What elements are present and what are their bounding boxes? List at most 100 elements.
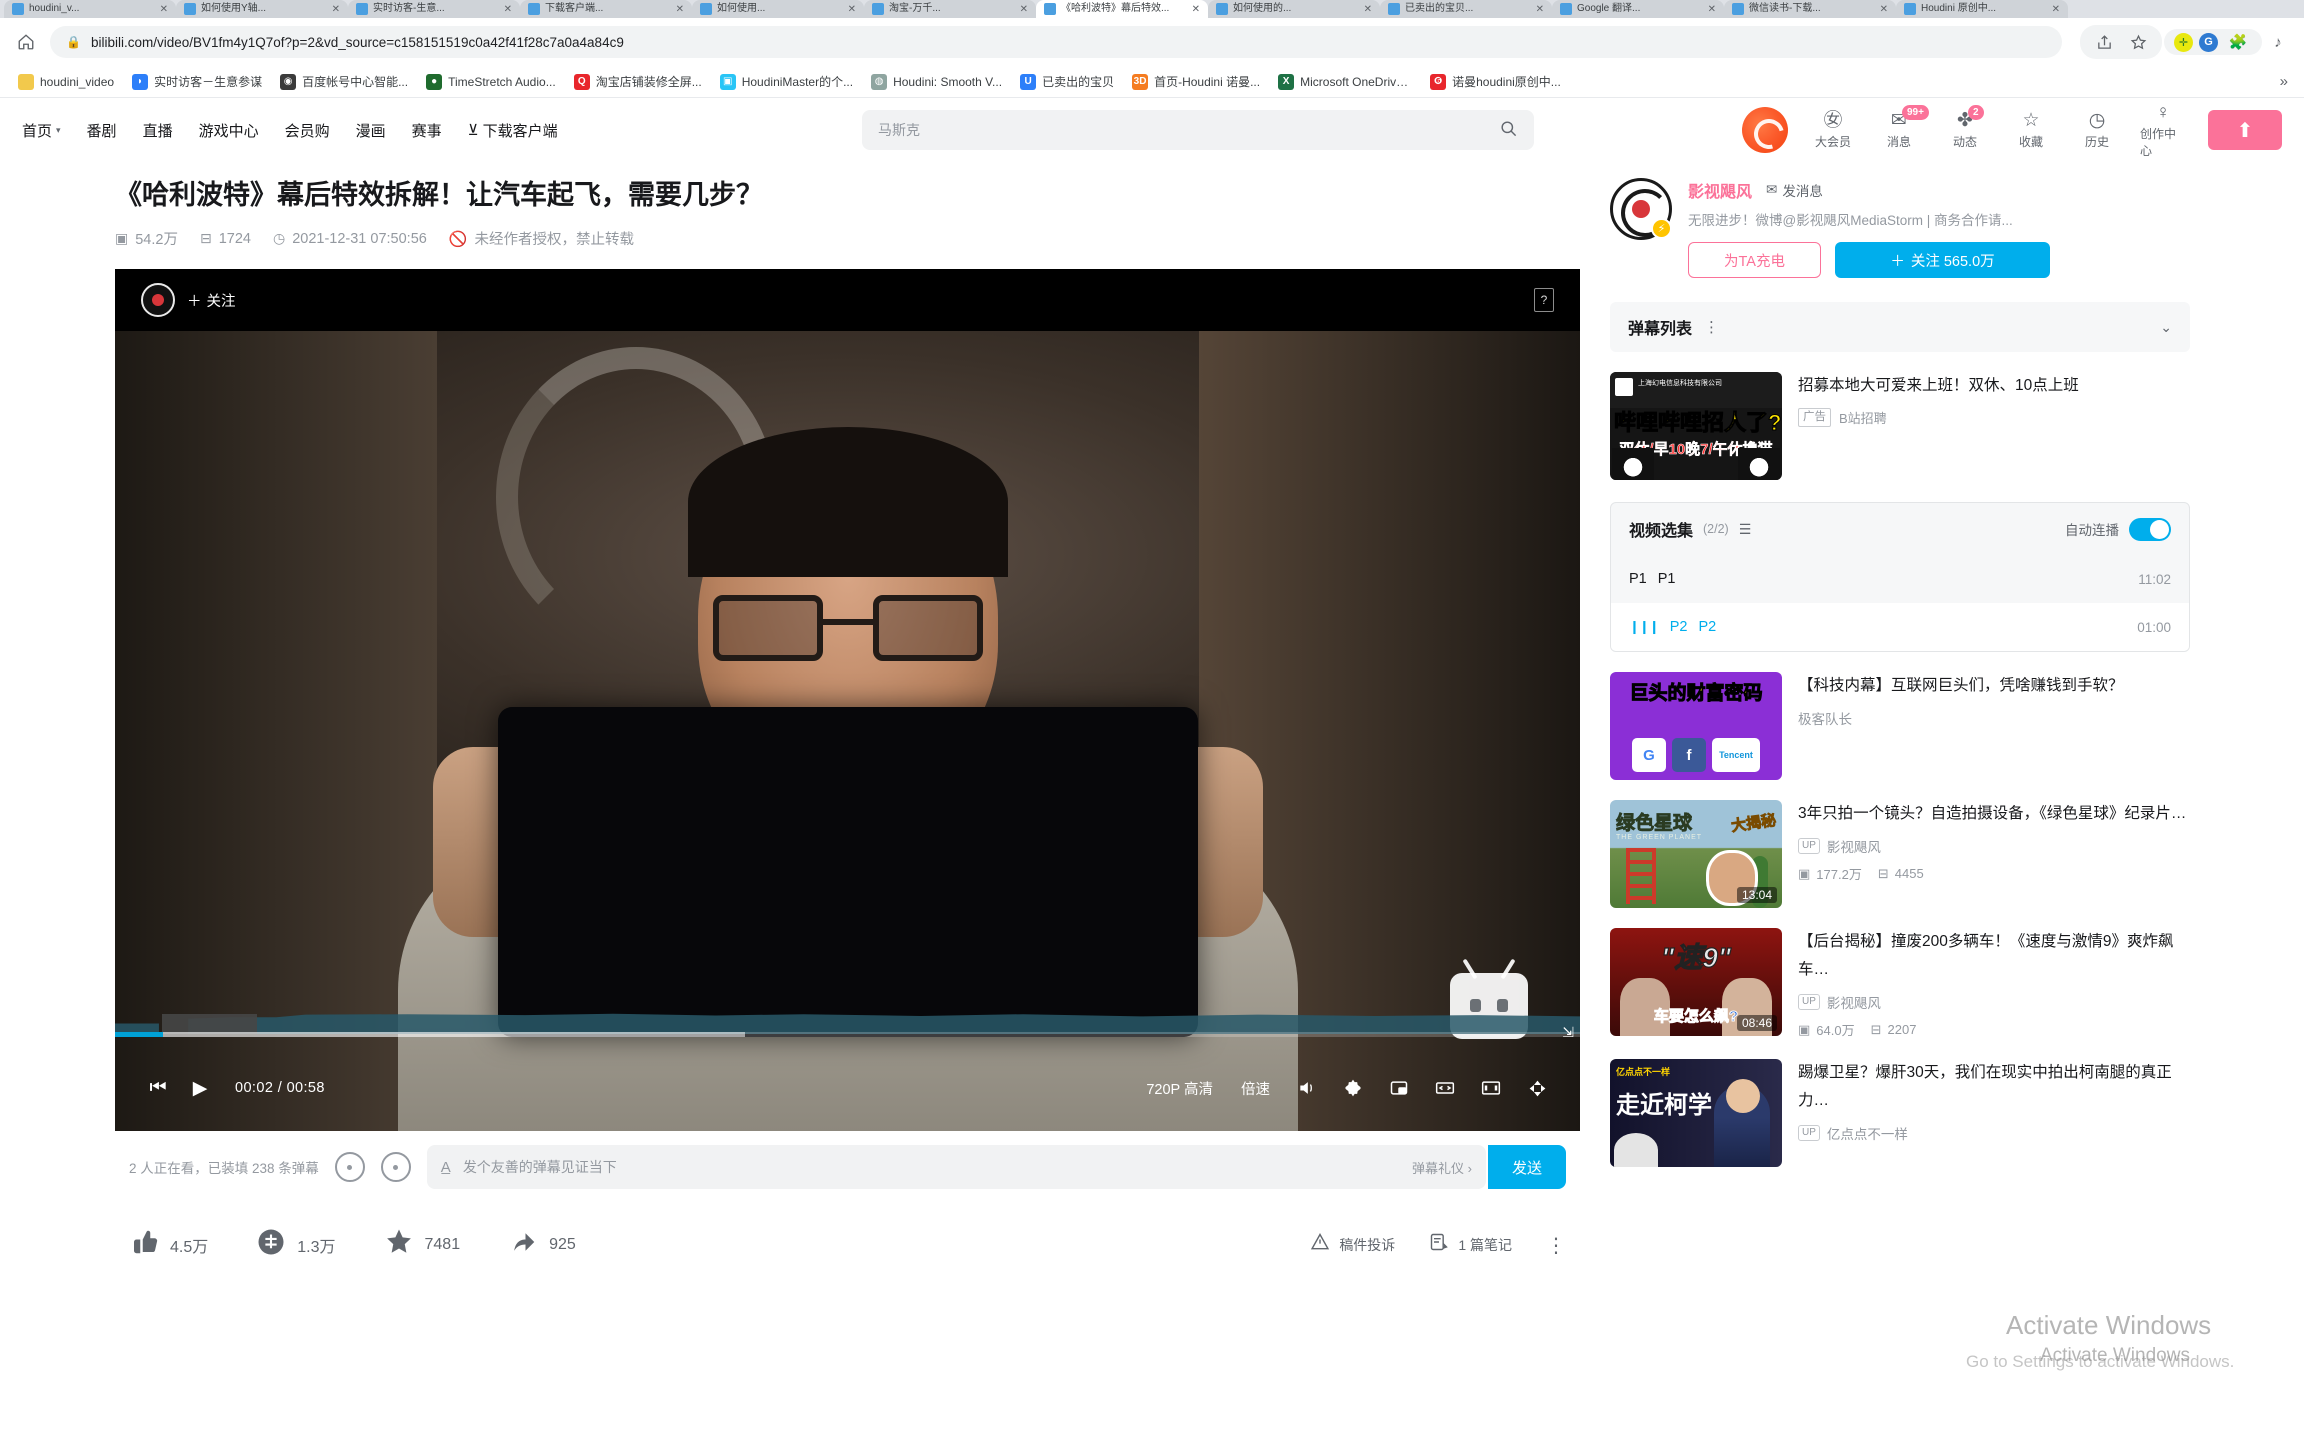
web-fullscreen-icon[interactable] bbox=[1470, 1067, 1512, 1109]
ad-thumbnail[interactable]: 上海幻电信息科技有限公司 哔哩哔哩招人了? 双休/早10晚7/午休撸猫 bbox=[1610, 372, 1782, 480]
playlist-rows[interactable]: P1 P1 11:02 ❙❙❙ P2 P2 01:00 bbox=[1611, 555, 2189, 651]
close-icon[interactable]: ✕ bbox=[504, 4, 512, 15]
browser-tab[interactable]: 已卖出的宝贝... ✕ bbox=[1380, 0, 1552, 18]
recommended-thumbnail[interactable]: 绿色星球 THE GREEN PLANET 大揭秘 13:04 bbox=[1610, 800, 1782, 908]
close-icon[interactable]: ✕ bbox=[1192, 4, 1200, 15]
player-progress-area[interactable]: ⇲ bbox=[115, 1013, 1580, 1045]
danmaku-settings-icon[interactable] bbox=[380, 1152, 411, 1182]
share-button[interactable]: 925 bbox=[508, 1227, 576, 1263]
browser-tab-strip[interactable]: houdini_v... ✕ 如何使用Y轴... ✕ 实时访客-生意... ✕ 下载客户端.… bbox=[0, 0, 2304, 18]
follow-button[interactable]: ＋ 关注 565.0万 bbox=[1835, 242, 2050, 278]
header-item-大会员[interactable]: ㊛大会员 bbox=[1810, 110, 1856, 150]
recommended-title[interactable]: 【后台揭秘】撞废200多辆车！《速度与激情9》爽炸飙车… bbox=[1798, 928, 2190, 984]
recommended-video-card[interactable]: 巨头的财富密码 Gf Tencent 【科技内幕】互联网巨头们，凭啥赚钱到手软？ 极客队… bbox=[1610, 672, 2190, 780]
nav-item-游戏中心[interactable]: 游戏中心 bbox=[199, 120, 259, 141]
bookmark-item[interactable]: ◉ 百度帐号中心智能... bbox=[272, 70, 416, 93]
nav-item-番剧[interactable]: 番剧 bbox=[87, 120, 117, 141]
autoplay-control[interactable]: 自动连播 bbox=[2065, 517, 2171, 541]
report-button[interactable]: 稿件投诉 bbox=[1310, 1232, 1395, 1258]
close-icon[interactable]: ✕ bbox=[1020, 4, 1028, 15]
danmaku-toggle-icon[interactable] bbox=[334, 1152, 365, 1182]
browser-tab[interactable]: 微信读书-下载... ✕ bbox=[1724, 0, 1896, 18]
more-options-button[interactable]: ⋮ bbox=[1546, 1233, 1566, 1258]
close-icon[interactable]: ✕ bbox=[160, 4, 168, 15]
play-button[interactable]: ▶ bbox=[179, 1067, 221, 1109]
bookmark-item[interactable]: Q 淘宝店铺装修全屏... bbox=[566, 70, 710, 93]
address-bar[interactable]: 🔒 bilibili.com/video/BV1fm4y1Q7of?p=2&vd… bbox=[50, 26, 2062, 58]
browser-tab[interactable]: 淘宝-万千... ✕ bbox=[864, 0, 1036, 18]
recommended-uploader[interactable]: 极客队长 bbox=[1798, 708, 2190, 728]
extension-icon-2[interactable]: G bbox=[2199, 32, 2218, 52]
uploader-name[interactable]: 影视飓风 bbox=[1688, 178, 1752, 202]
bilibili-main-nav[interactable]: 首页 ▾ 番剧 直播 游戏中心 会员购 漫画 赛事 ⊻ 下载客户端 bbox=[22, 120, 558, 141]
recommended-thumbnail[interactable]: "速9" 车要怎么飙? 08:46 bbox=[1610, 928, 1782, 1036]
close-icon[interactable]: ✕ bbox=[676, 4, 684, 15]
browser-tab[interactable]: 如何使用... ✕ bbox=[692, 0, 864, 18]
danmaku-input[interactable]: A̲ 发个友善的弹幕见证当下 弹幕礼仪 › bbox=[426, 1145, 1486, 1189]
recommended-uploader[interactable]: UP 亿点点不一样 bbox=[1798, 1123, 2190, 1143]
player-uploader-avatar[interactable] bbox=[141, 283, 175, 317]
close-icon[interactable]: ✕ bbox=[1364, 4, 1372, 15]
charge-button[interactable]: 为TA充电 bbox=[1688, 242, 1821, 278]
extension-icon-1[interactable]: ✛ bbox=[2174, 32, 2193, 52]
bookmark-item[interactable]: ◍ Houdini: Smooth V... bbox=[863, 71, 1010, 93]
advertisement-card[interactable]: 上海幻电信息科技有限公司 哔哩哔哩招人了? 双休/早10晚7/午休撸猫 招募本地… bbox=[1610, 372, 2190, 480]
recommended-thumbnail[interactable]: 巨头的财富密码 Gf Tencent bbox=[1610, 672, 1782, 780]
search-input[interactable]: 马斯克 bbox=[862, 110, 1534, 150]
pip-icon[interactable] bbox=[1378, 1067, 1420, 1109]
danmaku-list-header[interactable]: 弹幕列表 ⋮ ⌄ bbox=[1610, 302, 2190, 352]
close-icon[interactable]: ✕ bbox=[1880, 4, 1888, 15]
close-icon[interactable]: ✕ bbox=[2052, 4, 2060, 15]
recommended-title[interactable]: 3年只拍一个镜头？自造拍摄设备，《绿色星球》纪录片… bbox=[1798, 800, 2190, 828]
header-item-消息[interactable]: ✉ 99+ 消息 bbox=[1876, 105, 1929, 150]
bookmark-item[interactable]: ◗ 实时访客－生意参谋 bbox=[124, 70, 270, 93]
browser-tab[interactable]: Houdini 原创中... ✕ bbox=[1896, 0, 2068, 18]
recommended-title[interactable]: 【科技内幕】互联网巨头们，凭啥赚钱到手软？ bbox=[1798, 672, 2190, 700]
danmaku-style-icon[interactable]: A̲ bbox=[441, 1159, 451, 1176]
playlist-item[interactable]: ❙❙❙ P2 P2 01:00 bbox=[1611, 603, 2189, 651]
autoplay-toggle[interactable] bbox=[2129, 517, 2171, 541]
browser-tab[interactable]: houdini_v... ✕ bbox=[4, 0, 176, 18]
uploader-avatar[interactable]: ⚡ bbox=[1610, 178, 1672, 240]
puzzle-extension-icon[interactable]: 🧩 bbox=[2224, 32, 2252, 52]
like-button[interactable]: 4.5万 bbox=[129, 1227, 208, 1263]
bookmarks-bar[interactable]: houdini_video ◗ 实时访客－生意参谋 ◉ 百度帐号中心智能... ● Time… bbox=[0, 66, 2304, 98]
search-icon[interactable] bbox=[1499, 119, 1518, 141]
browser-tab[interactable]: 实时访客-生意... ✕ bbox=[348, 0, 520, 18]
recommended-uploader[interactable]: UP 影视飓风 bbox=[1798, 992, 2190, 1012]
nav-item-漫画[interactable]: 漫画 bbox=[356, 120, 386, 141]
coin-button[interactable]: 1.3万 bbox=[256, 1227, 336, 1263]
browser-tab[interactable]: 如何使用的... ✕ bbox=[1208, 0, 1380, 18]
browser-tab[interactable]: Google 翻译... ✕ bbox=[1552, 0, 1724, 18]
previous-button[interactable]: ⏮ bbox=[137, 1067, 179, 1109]
header-item-收藏[interactable]: ☆ 收藏 bbox=[2008, 110, 2054, 150]
player-help-icon[interactable]: ? bbox=[1534, 288, 1554, 312]
recommended-uploader[interactable]: UP 影视飓风 bbox=[1798, 836, 2190, 856]
nav-item-赛事[interactable]: 赛事 bbox=[412, 120, 442, 141]
recommended-video-card[interactable]: 亿点点不一样 走近柯学 踢爆卫星？爆肝30天，我们在现实中拍出柯南腿的真正力… UP 亿… bbox=[1610, 1059, 2190, 1167]
bookmark-star-icon[interactable] bbox=[2124, 28, 2152, 56]
recommended-video-card[interactable]: 绿色星球 THE GREEN PLANET 大揭秘 13:04 3年只拍一个镜头？自造拍… bbox=[1610, 800, 2190, 908]
close-icon[interactable]: ✕ bbox=[1536, 4, 1544, 15]
bookmark-item[interactable]: ▣ HoudiniMaster的个... bbox=[712, 70, 861, 93]
download-client-link[interactable]: ⊻ 下载客户端 bbox=[468, 120, 558, 141]
recommended-title[interactable]: 踢爆卫星？爆肝30天，我们在现实中拍出柯南腿的真正力… bbox=[1798, 1059, 2190, 1115]
danmaku-list-more-icon[interactable]: ⋮ bbox=[1704, 318, 1720, 336]
speed-selector[interactable]: 倍速 bbox=[1229, 1078, 1282, 1099]
close-icon[interactable]: ✕ bbox=[332, 4, 340, 15]
recommended-thumbnail[interactable]: 亿点点不一样 走近柯学 bbox=[1610, 1059, 1782, 1167]
ad-title[interactable]: 招募本地大可爱来上班！双休、10点上班 bbox=[1798, 372, 2190, 400]
header-item-创作中心[interactable]: ♀ 创作中心 bbox=[2140, 102, 2186, 159]
close-icon[interactable]: ✕ bbox=[848, 4, 856, 15]
share-icon[interactable] bbox=[2090, 28, 2118, 56]
nav-item-会员购[interactable]: 会员购 bbox=[285, 120, 330, 141]
widescreen-icon[interactable] bbox=[1424, 1067, 1466, 1109]
danmaku-etiquette-link[interactable]: 弹幕礼仪 › bbox=[1412, 1158, 1472, 1177]
quality-selector[interactable]: 720P 高清 bbox=[1134, 1078, 1225, 1099]
bookmark-item[interactable]: U 已卖出的宝贝 bbox=[1012, 70, 1122, 93]
bookmark-item[interactable]: 3D 首页-Houdini 诺曼... bbox=[1124, 70, 1268, 93]
send-message-button[interactable]: ✉ 发消息 bbox=[1766, 180, 1823, 200]
bilibili-logo-icon[interactable] bbox=[1742, 107, 1788, 153]
browser-tab[interactable]: 《哈利波特》幕后特效... ✕ bbox=[1036, 0, 1208, 18]
bookmark-item[interactable]: houdini_video bbox=[10, 71, 122, 93]
